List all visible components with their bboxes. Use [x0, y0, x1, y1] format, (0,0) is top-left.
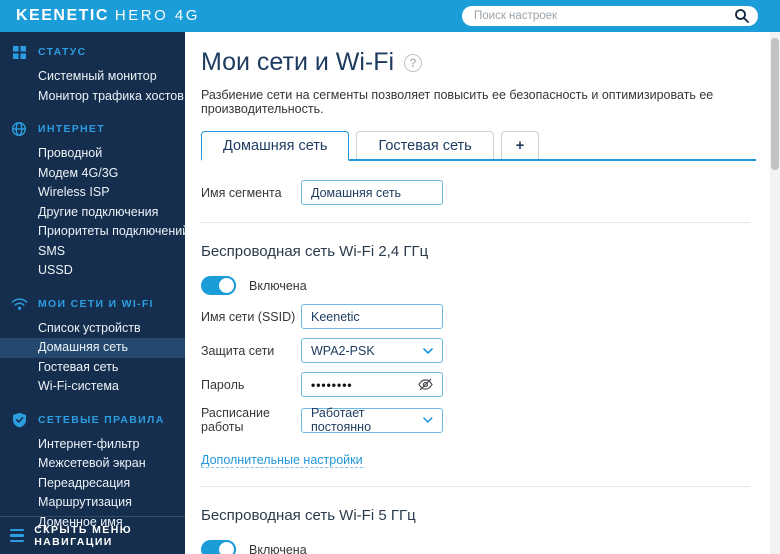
- tab-home-network[interactable]: Домашняя сеть: [201, 131, 350, 161]
- brand-logo: KEENETIC HERO 4G: [16, 7, 200, 25]
- dashboard-icon: [10, 43, 28, 61]
- add-segment-tab[interactable]: +: [500, 131, 540, 159]
- hide-navigation-label: СКРЫТЬ МЕНЮ НАВИГАЦИИ: [34, 523, 132, 548]
- wifi-icon: [10, 295, 28, 313]
- ssid-label: Имя сети (SSID): [201, 309, 296, 324]
- chevron-down-icon: [423, 347, 433, 354]
- sidebar-item-ussd[interactable]: USSD: [0, 261, 185, 281]
- sidebar-item-wireless-isp[interactable]: Wireless ISP: [0, 183, 185, 203]
- wifi24-section-title: Беспроводная сеть Wi-Fi 2,4 ГГц: [201, 243, 429, 260]
- segment-name-label: Имя сегмента: [201, 185, 282, 200]
- scrollbar-thumb[interactable]: [771, 38, 779, 170]
- section-title: ИНТЕРНЕТ: [38, 123, 105, 135]
- search-icon[interactable]: [734, 8, 750, 24]
- hamburger-icon: [10, 528, 25, 543]
- help-icon[interactable]: ?: [404, 53, 423, 72]
- password-value: ••••••••: [311, 377, 353, 392]
- scrollbar-track[interactable]: [770, 32, 780, 554]
- password-label: Пароль: [201, 377, 245, 392]
- sidebar-nav: СТАТУС Системный монитор Монитор трафика…: [0, 32, 185, 554]
- sidebar-item-internet-filter[interactable]: Интернет-фильтр: [0, 435, 185, 455]
- wifi24-toggle-label: Включена: [249, 278, 307, 293]
- sidebar-item-modem-4g3g[interactable]: Модем 4G/3G: [0, 164, 185, 184]
- wifi5-section-title: Беспроводная сеть Wi-Fi 5 ГГц: [201, 507, 416, 524]
- sidebar-item-device-list[interactable]: Список устройств: [0, 319, 185, 339]
- sidebar-section-internet: ИНТЕРНЕТ: [0, 119, 185, 139]
- section-divider: [201, 486, 750, 487]
- eye-slash-icon[interactable]: [418, 378, 433, 391]
- sidebar-item-system-monitor[interactable]: Системный монитор: [0, 67, 185, 87]
- section-divider: [201, 222, 750, 223]
- tab-guest-network[interactable]: Гостевая сеть: [356, 131, 494, 159]
- schedule-label: Расписание работы: [201, 406, 270, 434]
- section-title: МОИ СЕТИ И WI-FI: [38, 297, 154, 310]
- sidebar-section-network-rules: СЕТЕВЫЕ ПРАВИЛА: [0, 410, 185, 430]
- hide-navigation-button[interactable]: СКРЫТЬ МЕНЮ НАВИГАЦИИ: [0, 516, 185, 554]
- section-title: СТАТУС: [38, 46, 87, 58]
- sidebar-item-home-network[interactable]: Домашняя сеть: [0, 338, 185, 358]
- security-label: Защита сети: [201, 343, 275, 358]
- search-box[interactable]: [462, 6, 758, 26]
- wifi5-enabled-toggle[interactable]: [201, 540, 236, 554]
- sidebar-item-sms[interactable]: SMS: [0, 242, 185, 262]
- sidebar-section-status: СТАТУС: [0, 42, 185, 62]
- ssid-input[interactable]: [301, 304, 443, 329]
- sidebar-item-other-connections[interactable]: Другие подключения: [0, 203, 185, 223]
- sidebar-item-host-traffic-monitor[interactable]: Монитор трафика хостов: [0, 87, 185, 107]
- sidebar-section-my-networks: МОИ СЕТИ И WI-FI: [0, 294, 185, 314]
- segment-name-input[interactable]: [301, 180, 443, 205]
- security-select[interactable]: WPA2-PSK: [301, 338, 443, 363]
- brand-keenetic: KEENETIC: [16, 7, 109, 24]
- brand-model: HERO 4G: [114, 7, 200, 24]
- shield-icon: [10, 411, 28, 429]
- sidebar-item-wifi-system[interactable]: Wi-Fi-система: [0, 377, 185, 397]
- search-input[interactable]: [474, 10, 734, 22]
- sidebar-item-firewall[interactable]: Межсетевой экран: [0, 454, 185, 474]
- main-panel: Мои сети и Wi-Fi ? Разбиение сети на сег…: [185, 32, 780, 554]
- page-description: Разбиение сети на сегменты позволяет пов…: [201, 88, 714, 116]
- globe-icon: [10, 120, 28, 138]
- chevron-down-icon: [423, 417, 433, 423]
- wifi5-toggle-label: Включена: [249, 542, 307, 554]
- sidebar-item-guest-network[interactable]: Гостевая сеть: [0, 358, 185, 378]
- password-field[interactable]: ••••••••: [301, 372, 443, 397]
- top-bar: KEENETIC HERO 4G: [0, 0, 780, 32]
- page-title: Мои сети и Wi-Fi ?: [201, 48, 750, 77]
- segment-tabs: Домашняя сеть Гостевая сеть +: [201, 131, 756, 161]
- schedule-select[interactable]: Работает постоянно: [301, 406, 443, 434]
- wifi24-enabled-toggle[interactable]: [201, 276, 236, 295]
- wifi24-advanced-settings-link[interactable]: Дополнительные настройки: [201, 453, 363, 468]
- sidebar-item-port-forwarding[interactable]: Переадресация: [0, 474, 185, 494]
- section-title: СЕТЕВЫЕ ПРАВИЛА: [38, 413, 165, 426]
- sidebar-item-connection-priorities[interactable]: Приоритеты подключений: [0, 222, 185, 242]
- sidebar-item-routing[interactable]: Маршрутизация: [0, 493, 185, 513]
- sidebar-item-wired[interactable]: Проводной: [0, 144, 185, 164]
